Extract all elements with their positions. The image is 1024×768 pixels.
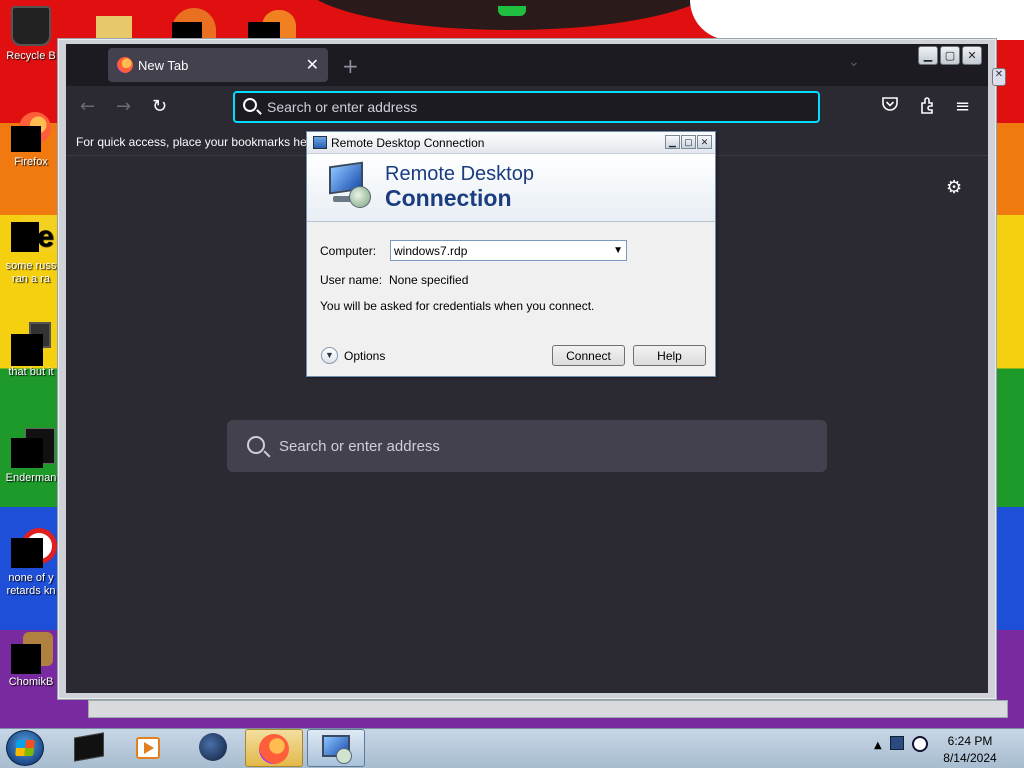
firefox-icon (117, 57, 133, 73)
wallpaper-white-shape (690, 0, 1024, 40)
network-icon[interactable] (890, 736, 904, 750)
desktop-icon-label: ChomikB (8, 676, 54, 688)
desktop-icon-firefox[interactable]: Firefox (0, 112, 62, 169)
url-bar[interactable] (233, 91, 820, 123)
chevron-down-icon[interactable]: ▼ (321, 347, 338, 364)
play-icon (144, 742, 154, 754)
pocket-icon[interactable] (881, 96, 899, 116)
firefox-icon (259, 734, 289, 764)
taskbar-item-browser[interactable] (184, 729, 242, 767)
search-icon (243, 98, 257, 112)
credentials-note: You will be asked for credentials when y… (320, 299, 595, 313)
desktop-icon-label: none of y retards kn (6, 572, 56, 597)
username-label: User name: (320, 273, 383, 287)
desktop-icon-document[interactable]: e some russ ran a ra (0, 216, 62, 286)
content-search-input[interactable] (279, 434, 799, 458)
tab-new-tab[interactable]: New Tab ✕ (108, 48, 328, 82)
document-icon: e (11, 216, 55, 256)
globe-icon (199, 733, 227, 761)
taskbar-item-terminal[interactable] (60, 729, 118, 767)
gear-icon[interactable]: ⚙ (946, 177, 966, 198)
menu-icon[interactable]: ≡ (955, 96, 970, 117)
terminal-icon (11, 428, 55, 468)
options-link[interactable]: Options (344, 349, 385, 363)
dialog-title: Remote Desktop Connection (331, 136, 485, 150)
extensions-icon[interactable] (919, 96, 937, 119)
dialog-banner: Remote Desktop Connection (307, 154, 715, 222)
banner-heading-line2: Connection (385, 185, 512, 211)
desktop-icon-recycle-bin[interactable]: Recycle B (0, 6, 62, 63)
hamster-icon (11, 632, 53, 674)
desktop-icon-window[interactable]: that but it (0, 322, 62, 379)
chevron-down-icon[interactable]: ⌄ (848, 54, 860, 70)
chevron-up-icon[interactable]: ▲ (874, 740, 882, 751)
tab-title: New Tab (138, 58, 189, 73)
connect-button[interactable]: Connect (552, 345, 625, 366)
desktop-icon-terminal[interactable]: Enderman (0, 428, 62, 485)
desktop-icon-label: that but it (8, 366, 54, 378)
search-icon (247, 436, 265, 454)
minimize-button[interactable]: ▁ (665, 135, 680, 149)
dialog-window-controls: ▁ ▢ ✕ (665, 135, 712, 149)
firefox-icon (11, 112, 51, 152)
taskbar-clock[interactable]: 6:24 PM 8/14/2024 (920, 733, 1020, 767)
username-value: None specified (389, 273, 469, 287)
start-button[interactable] (6, 730, 44, 766)
computer-input[interactable] (394, 243, 604, 258)
chevron-down-icon[interactable]: ▼ (613, 245, 623, 256)
maximize-button[interactable]: ▢ (940, 46, 960, 65)
background-close-button[interactable]: ✕ (992, 68, 1006, 86)
url-input[interactable] (267, 96, 807, 118)
terminal-icon (74, 732, 104, 762)
window-controls: ▁ ▢ ✕ (918, 46, 982, 65)
taskbar-item-remote-desktop[interactable] (307, 729, 365, 767)
close-button[interactable]: ✕ (697, 135, 712, 149)
content-search-box[interactable] (227, 420, 827, 472)
clock-date: 8/14/2024 (943, 751, 997, 765)
taskbar-item-media-player[interactable] (120, 729, 178, 767)
desktop-icon-label: Recycle B (6, 50, 56, 62)
computer-combobox[interactable]: ▼ (390, 240, 627, 261)
back-arrow-icon[interactable]: ← (80, 96, 95, 117)
clock-time: 6:24 PM (947, 734, 993, 748)
desktop-icon-hamster[interactable]: ChomikB (0, 632, 62, 689)
background-window (88, 700, 1008, 718)
forward-arrow-icon[interactable]: → (116, 96, 131, 117)
taskbar-item-firefox[interactable] (245, 729, 303, 767)
rdp-globe-icon (336, 748, 352, 764)
desktop-icon-label: Firefox (14, 156, 48, 168)
banner-heading-line1: Remote Desktop (385, 163, 534, 185)
close-icon[interactable]: ✕ (306, 55, 319, 74)
system-tray: ▲ (868, 732, 928, 762)
rdp-app-icon (313, 136, 327, 149)
remote-desktop-dialog: Remote Desktop Connection ▁ ▢ ✕ Remote D… (306, 131, 716, 377)
maximize-button[interactable]: ▢ (681, 135, 696, 149)
wallpaper-green-shape (498, 6, 526, 16)
desktop-icon-opera[interactable]: none of y retards kn (0, 528, 62, 598)
recycle-bin-icon (11, 6, 51, 46)
close-button[interactable]: ✕ (962, 46, 982, 65)
desktop-icon-label: Enderman (5, 472, 57, 484)
windows-logo-icon (15, 740, 35, 756)
new-tab-button[interactable]: + (342, 54, 359, 78)
dialog-titlebar: Remote Desktop Connection ▁ ▢ ✕ (307, 132, 715, 154)
rdp-monitor-icon (327, 161, 375, 210)
desktop-icon-label: some russ ran a ra (5, 260, 57, 285)
help-button[interactable]: Help (633, 345, 706, 366)
bookmarks-hint: For quick access, place your bookmarks h… (76, 135, 311, 149)
reload-icon[interactable]: ↻ (152, 96, 167, 117)
window-icon (11, 322, 51, 366)
opera-icon (11, 528, 57, 568)
computer-label: Computer: (320, 244, 377, 258)
minimize-button[interactable]: ▁ (918, 46, 938, 65)
